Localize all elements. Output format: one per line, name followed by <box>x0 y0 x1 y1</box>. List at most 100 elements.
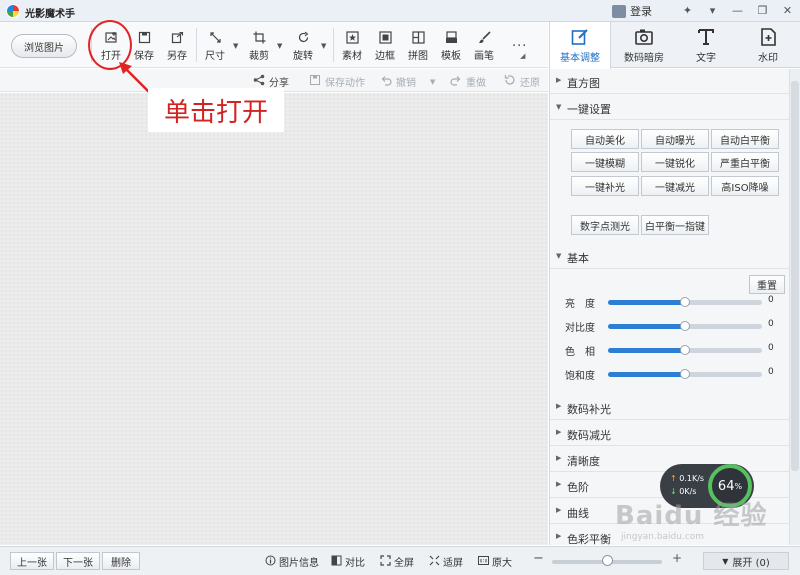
severe-white-balance-button[interactable]: 严重白平衡 <box>711 152 779 172</box>
compare-button[interactable]: 对比 <box>331 554 365 569</box>
material-button[interactable]: 素材 <box>337 31 367 62</box>
size-button[interactable]: 尺寸 <box>200 31 230 62</box>
crop-button[interactable]: 裁剪 <box>244 31 274 62</box>
next-image-button[interactable]: 下一张 <box>56 552 100 570</box>
original-size-button[interactable]: 原大 <box>478 554 512 569</box>
auto-exposure-button[interactable]: 自动曝光 <box>641 129 709 149</box>
section-histogram-label: 直方图 <box>567 77 600 90</box>
section-digital-fill-light[interactable]: ▶ 数码补光 <box>550 395 789 420</box>
saturation-slider[interactable]: 饱和度 0 <box>550 366 789 382</box>
auto-white-balance-button[interactable]: 自动白平衡 <box>711 129 779 149</box>
restore-button[interactable]: 还原 <box>504 74 540 89</box>
more-tools-button[interactable]: ... <box>512 35 527 50</box>
collage-button[interactable]: 拼图 <box>403 31 433 62</box>
tab-text[interactable]: 文字 <box>675 22 737 68</box>
menu-button[interactable]: ▾ <box>700 0 725 20</box>
reset-button[interactable]: 重置 <box>749 275 785 294</box>
section-one-key-label: 一键设置 <box>567 103 611 116</box>
login-button[interactable]: 登录 <box>612 3 652 19</box>
panel-scrollbar[interactable] <box>789 69 800 545</box>
zoom-slider-knob[interactable] <box>602 555 613 566</box>
expand-corner-icon[interactable]: ◢ <box>520 52 525 60</box>
hue-slider[interactable]: 色 相 0 <box>550 342 789 358</box>
one-key-sharpen-button[interactable]: 一键锐化 <box>641 152 709 172</box>
auto-beautify-button[interactable]: 自动美化 <box>571 129 639 149</box>
save-action-button[interactable]: 保存动作 <box>309 74 365 89</box>
image-info-label: 图片信息 <box>279 558 319 569</box>
redo-button[interactable]: 重做 <box>450 74 486 89</box>
crop-dropdown-caret[interactable]: ▼ <box>277 42 282 50</box>
undo-dropdown-caret[interactable]: ▼ <box>430 78 435 86</box>
image-info-button[interactable]: 图片信息 <box>265 554 319 569</box>
image-canvas[interactable] <box>0 93 548 545</box>
share-button[interactable]: 分享 <box>253 74 289 89</box>
text-icon <box>697 28 715 46</box>
section-histogram[interactable]: ▶ 直方图 <box>550 69 789 94</box>
maximize-button[interactable]: ❐ <box>750 0 775 20</box>
template-icon <box>445 31 458 44</box>
border-button[interactable]: 边框 <box>370 31 400 62</box>
redo-label: 重做 <box>466 78 486 89</box>
section-label: 数码减光 <box>567 429 611 442</box>
zoom-in-button[interactable]: + <box>672 551 682 565</box>
zoom-out-button[interactable]: − <box>533 551 544 566</box>
section-digital-reduce-light[interactable]: ▶ 数码减光 <box>550 421 789 446</box>
window-controls: ✦ ▾ — ❐ ✕ <box>675 0 800 20</box>
undo-label: 撤销 <box>396 78 416 89</box>
one-key-blur-button[interactable]: 一键模糊 <box>571 152 639 172</box>
slider-fill <box>608 348 685 353</box>
fullscreen-button[interactable]: 全屏 <box>380 554 414 569</box>
prev-image-button[interactable]: 上一张 <box>10 552 54 570</box>
tab-watermark[interactable]: 水印 <box>737 22 799 68</box>
slider-knob[interactable] <box>680 321 690 331</box>
restore-label: 还原 <box>520 78 540 89</box>
section-label: 色阶 <box>567 481 589 494</box>
slider-knob[interactable] <box>680 297 690 307</box>
tab-digital-darkroom-label: 数码暗房 <box>624 53 664 64</box>
delete-button[interactable]: 删除 <box>102 552 140 570</box>
rotate-dropdown-caret[interactable]: ▼ <box>321 42 326 50</box>
save-as-button[interactable]: 另存 <box>162 31 192 62</box>
slider-fill <box>608 324 685 329</box>
one-key-reduce-light-button[interactable]: 一键减光 <box>641 176 709 196</box>
white-balance-picker-button[interactable]: 白平衡一指键 <box>641 215 709 235</box>
expand-arrow-icon: ▶ <box>556 402 562 410</box>
save-as-icon <box>171 31 184 44</box>
tab-digital-darkroom[interactable]: 数码暗房 <box>613 22 675 68</box>
restore-icon <box>504 74 516 89</box>
percent-sign: % <box>734 481 743 491</box>
brush-button[interactable]: 画笔 <box>469 31 499 62</box>
fit-screen-button[interactable]: 适屏 <box>429 554 463 569</box>
one-key-fill-light-button[interactable]: 一键补光 <box>571 176 639 196</box>
border-label: 边框 <box>375 51 395 62</box>
expand-arrow-icon: ▶ <box>556 454 562 462</box>
rotate-button[interactable]: 旋转 <box>288 31 318 62</box>
upload-arrow-icon: ↑ <box>670 474 677 483</box>
login-label: 登录 <box>630 5 652 18</box>
contrast-slider[interactable]: 对比度 0 <box>550 318 789 334</box>
high-iso-denoise-button[interactable]: 高ISO降噪 <box>711 176 779 196</box>
skin-button[interactable]: ✦ <box>675 0 700 20</box>
browse-images-button[interactable]: 浏览图片 <box>11 34 77 58</box>
resize-icon <box>209 31 222 44</box>
scrollbar-thumb[interactable] <box>791 81 799 471</box>
minimize-button[interactable]: — <box>725 0 750 20</box>
save-button[interactable]: 保存 <box>129 31 159 62</box>
crop-icon <box>253 31 266 44</box>
slider-knob[interactable] <box>680 345 690 355</box>
section-basic-label: 基本 <box>567 252 589 265</box>
template-button[interactable]: 模板 <box>436 31 466 62</box>
undo-button[interactable]: 撤销 ▼ <box>380 74 435 89</box>
expand-filmstrip-button[interactable]: ▼ 展开 (0) <box>703 552 789 570</box>
section-one-key[interactable]: ▼ 一键设置 <box>550 95 789 120</box>
brightness-slider[interactable]: 亮 度 0 <box>550 294 789 310</box>
spot-metering-button[interactable]: 数字点测光 <box>571 215 639 235</box>
section-basic[interactable]: ▼ 基本 <box>550 244 789 269</box>
slider-knob[interactable] <box>680 369 690 379</box>
size-dropdown-caret[interactable]: ▼ <box>233 42 238 50</box>
minimize-icon: — <box>732 3 743 17</box>
expand-arrow-icon: ▶ <box>556 428 562 436</box>
user-icon <box>612 4 626 18</box>
tab-basic-adjust[interactable]: 基本调整 <box>549 22 611 69</box>
close-button[interactable]: ✕ <box>775 0 800 20</box>
